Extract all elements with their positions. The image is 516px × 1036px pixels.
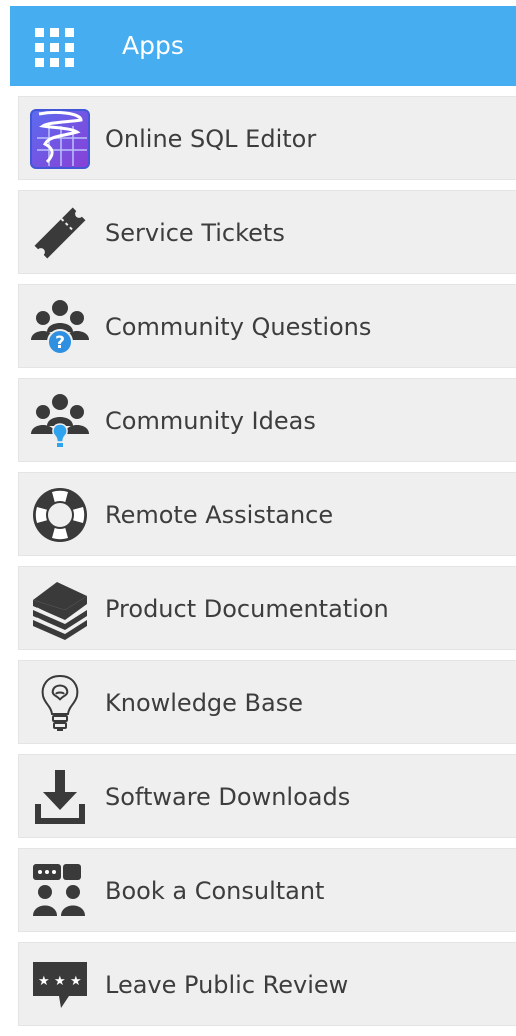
app-item-label: Product Documentation: [105, 595, 389, 623]
ticket-icon: [29, 203, 91, 263]
consultant-icon: [29, 861, 91, 921]
review-icon: ★ ★ ★: [29, 955, 91, 1015]
app-item-product-documentation[interactable]: Product Documentation: [18, 566, 516, 650]
app-item-label: Knowledge Base: [105, 689, 303, 717]
app-item-label: Community Questions: [105, 313, 372, 341]
app-item-online-sql-editor[interactable]: Online SQL Editor: [18, 96, 516, 180]
svg-text:★: ★: [38, 974, 50, 989]
app-item-leave-public-review[interactable]: ★ ★ ★ Leave Public Review: [18, 942, 516, 1026]
svg-text:★: ★: [70, 974, 82, 989]
app-item-label: Book a Consultant: [105, 877, 325, 905]
svg-text:★: ★: [54, 974, 66, 989]
books-icon: [29, 579, 91, 640]
svg-text:?: ?: [55, 333, 65, 353]
download-icon: [29, 767, 91, 827]
app-item-label: Remote Assistance: [105, 501, 334, 529]
lifebuoy-icon: [29, 485, 91, 545]
sql-editor-icon: [29, 109, 91, 169]
apps-panel: Apps Online SQL Editor Service Tickets ?…: [0, 0, 516, 1036]
app-item-service-tickets[interactable]: Service Tickets: [18, 190, 516, 274]
app-item-book-a-consultant[interactable]: Book a Consultant: [18, 848, 516, 932]
app-item-label: Software Downloads: [105, 783, 351, 811]
app-item-label: Online SQL Editor: [105, 125, 317, 153]
app-item-community-questions[interactable]: ? Community Questions: [18, 284, 516, 368]
community-ideas-icon: [29, 391, 91, 451]
community-questions-icon: ?: [29, 297, 91, 357]
apps-grid-icon: [35, 28, 75, 68]
app-item-remote-assistance[interactable]: Remote Assistance: [18, 472, 516, 556]
app-item-knowledge-base[interactable]: Knowledge Base: [18, 660, 516, 744]
apps-list: Online SQL Editor Service Tickets ? Comm…: [18, 96, 516, 1036]
app-item-label: Community Ideas: [105, 407, 316, 435]
apps-header[interactable]: Apps: [10, 6, 516, 86]
apps-title: Apps: [122, 31, 184, 60]
app-item-label: Service Tickets: [105, 219, 285, 247]
lightbulb-icon: [29, 673, 91, 733]
app-item-community-ideas[interactable]: Community Ideas: [18, 378, 516, 462]
app-item-software-downloads[interactable]: Software Downloads: [18, 754, 516, 838]
app-item-label: Leave Public Review: [105, 971, 349, 999]
